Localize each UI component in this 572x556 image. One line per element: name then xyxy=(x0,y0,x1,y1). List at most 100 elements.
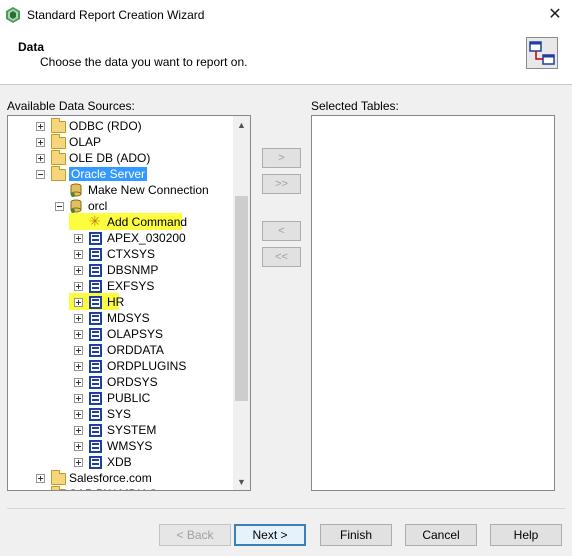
expand-icon[interactable] xyxy=(36,154,45,163)
expand-icon[interactable] xyxy=(74,378,83,387)
tree-item[interactable]: HR xyxy=(8,293,234,310)
expand-icon[interactable] xyxy=(36,122,45,131)
tree-item[interactable]: OLAPSYS xyxy=(8,326,234,342)
tree-item-label: ORDDATA xyxy=(107,343,164,357)
expand-icon[interactable] xyxy=(74,410,83,419)
schema-icon xyxy=(89,328,102,341)
wizard-header: Data Choose the data you want to report … xyxy=(0,30,572,85)
tree-item[interactable]: ORDDATA xyxy=(8,342,234,358)
tree-item[interactable]: CTXSYS xyxy=(8,246,234,262)
schema-icon xyxy=(89,440,102,453)
schema-icon xyxy=(89,280,102,293)
expand-icon[interactable] xyxy=(74,250,83,259)
tree-item-label: orcl xyxy=(88,199,108,213)
folder-icon xyxy=(51,150,66,165)
tree-item-label: HR xyxy=(107,295,125,309)
schema-icon xyxy=(89,424,102,437)
expand-icon[interactable] xyxy=(74,394,83,403)
tree-item-label: Make New Connection xyxy=(88,183,209,197)
expand-icon[interactable] xyxy=(74,314,83,323)
schema-icon xyxy=(89,264,102,277)
database-connection-icon xyxy=(70,199,82,213)
cancel-button[interactable]: Cancel xyxy=(405,524,477,546)
expand-icon[interactable] xyxy=(74,362,83,371)
expand-icon[interactable] xyxy=(74,346,83,355)
tree-item[interactable]: SYS xyxy=(8,406,234,422)
expand-icon[interactable] xyxy=(74,234,83,243)
tree-item[interactable]: OLE DB (ADO) xyxy=(8,150,234,166)
folder-icon xyxy=(51,486,66,490)
remove-table-button[interactable]: < xyxy=(262,221,301,241)
expand-icon[interactable] xyxy=(74,266,83,275)
scroll-thumb[interactable] xyxy=(235,196,248,401)
add-table-button[interactable]: > xyxy=(262,148,301,168)
tree-item-label: WMSYS xyxy=(107,439,153,453)
tree-item[interactable]: SAP BW MDX Query xyxy=(8,486,234,490)
new-connection-icon xyxy=(70,183,82,197)
tree-item[interactable]: Salesforce.com xyxy=(8,470,234,486)
tree-item-label: APEX_030200 xyxy=(107,231,186,245)
tree-item[interactable]: XDB xyxy=(8,454,234,470)
scroll-down-icon[interactable]: ▼ xyxy=(233,473,250,490)
tree-item-label: OLAPSYS xyxy=(107,327,164,341)
tree-item[interactable]: PUBLIC xyxy=(8,390,234,406)
tree-item-label: SYSTEM xyxy=(107,423,157,437)
expand-icon[interactable] xyxy=(74,298,83,307)
tree-item-label: OLE DB (ADO) xyxy=(69,151,151,165)
collapse-icon[interactable] xyxy=(55,202,64,211)
schema-icon xyxy=(89,392,102,405)
tree-item-label: SYS xyxy=(107,407,132,421)
add-all-tables-button[interactable]: >> xyxy=(262,174,301,194)
tree-item-label: CTXSYS xyxy=(107,247,156,261)
tree-item-label: Oracle Server xyxy=(69,167,148,181)
selected-tables-list[interactable] xyxy=(311,115,555,491)
help-button[interactable]: Help xyxy=(490,524,562,546)
finish-button[interactable]: Finish xyxy=(320,524,392,546)
tree-item-label: XDB xyxy=(107,455,132,469)
tree-rows: ODBC (RDO) OLAP OLE DB (ADO) Oracle Server M… xyxy=(8,116,234,490)
tree-item[interactable]: orcl xyxy=(8,198,234,214)
title-bar: Standard Report Creation Wizard ✕ xyxy=(0,0,572,30)
schema-icon xyxy=(89,408,102,421)
tree-item[interactable]: ODBC (RDO) xyxy=(8,118,234,134)
tree-item-label: ORDSYS xyxy=(107,375,158,389)
tree-item[interactable]: ORDSYS xyxy=(8,374,234,390)
tree-item[interactable]: ORDPLUGINS xyxy=(8,358,234,374)
tree-item-label: OLAP xyxy=(69,135,102,149)
expand-icon[interactable] xyxy=(36,474,45,483)
expand-icon[interactable] xyxy=(74,442,83,451)
schema-icon xyxy=(89,360,102,373)
tree-item[interactable]: EXFSYS xyxy=(8,278,234,294)
footer-divider xyxy=(7,508,565,509)
crystal-reports-app-icon xyxy=(6,7,20,23)
tree-item[interactable]: MDSYS xyxy=(8,310,234,326)
tree-item[interactable]: Make New Connection xyxy=(8,182,234,198)
data-sources-tree[interactable]: ODBC (RDO) OLAP OLE DB (ADO) Oracle Server M… xyxy=(7,115,251,491)
next-button[interactable]: Next > xyxy=(234,524,306,546)
page-subtitle: Choose the data you want to report on. xyxy=(40,55,248,69)
expand-icon[interactable] xyxy=(74,282,83,291)
back-button[interactable]: < Back xyxy=(159,524,231,546)
expand-icon[interactable] xyxy=(36,138,45,147)
tree-vertical-scrollbar[interactable]: ▲ ▼ xyxy=(233,116,250,490)
close-icon: ✕ xyxy=(548,6,562,23)
tree-item[interactable]: SYSTEM xyxy=(8,422,234,438)
collapse-icon[interactable] xyxy=(36,170,45,179)
tree-item[interactable]: DBSNMP xyxy=(8,262,234,278)
folder-icon xyxy=(51,118,66,133)
tree-item-label: SAP BW MDX Query xyxy=(69,487,181,490)
scroll-up-icon[interactable]: ▲ xyxy=(233,116,250,133)
schema-icon xyxy=(89,232,102,245)
tree-item[interactable]: APEX_030200 xyxy=(8,230,234,246)
schema-icon xyxy=(89,296,102,309)
close-button[interactable]: ✕ xyxy=(542,2,568,26)
expand-icon[interactable] xyxy=(74,426,83,435)
expand-icon[interactable] xyxy=(74,330,83,339)
tree-item[interactable]: OLAP xyxy=(8,134,234,150)
tree-item[interactable]: WMSYS xyxy=(8,438,234,454)
tree-item[interactable]: ✳ Add Command xyxy=(8,213,234,230)
tree-item[interactable]: Oracle Server xyxy=(8,166,234,182)
expand-icon[interactable] xyxy=(74,458,83,467)
remove-all-tables-button[interactable]: << xyxy=(262,247,301,267)
tree-item-label: DBSNMP xyxy=(107,263,159,277)
